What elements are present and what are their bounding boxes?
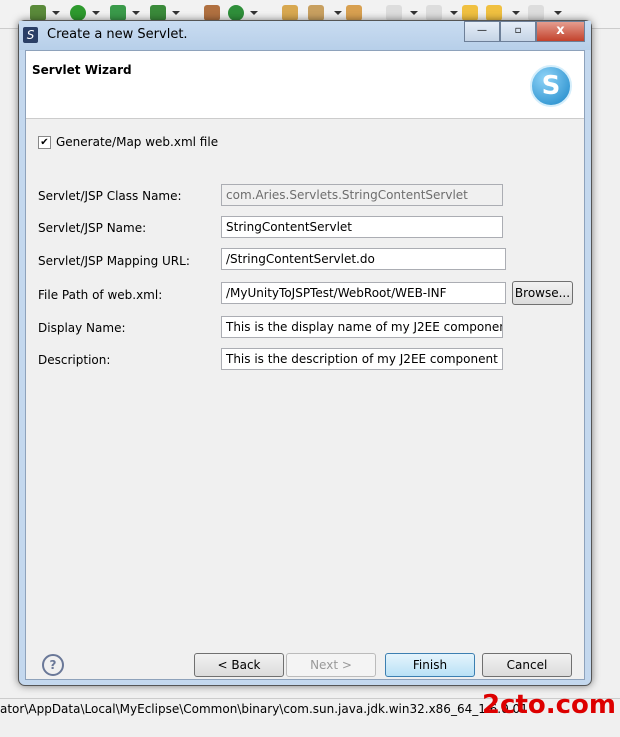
- next-annotation-icon[interactable]: [386, 5, 402, 21]
- title-bar[interactable]: S Create a new Servlet. — ▫ x: [19, 21, 591, 50]
- new-class-icon[interactable]: [228, 5, 244, 21]
- display-name-field[interactable]: This is the display name of my J2EE comp…: [221, 316, 503, 338]
- close-button[interactable]: x: [536, 21, 585, 42]
- app-icon: S: [23, 27, 38, 43]
- servlet-name-label: Servlet/JSP Name:: [38, 221, 147, 235]
- watermark-logo: 2cto.com: [481, 690, 616, 720]
- checkbox-label: Generate/Map web.xml file: [56, 135, 219, 149]
- chevron-down-icon[interactable]: [92, 11, 100, 15]
- last-edit-icon[interactable]: [462, 5, 478, 21]
- back-button[interactable]: < Back: [194, 653, 284, 677]
- new-package-icon[interactable]: [204, 5, 220, 21]
- servlet-name-field[interactable]: StringContentServlet: [221, 216, 503, 238]
- finish-button[interactable]: Finish: [385, 653, 475, 677]
- description-field[interactable]: This is the description of my J2EE compo…: [221, 348, 503, 370]
- chevron-down-icon[interactable]: [132, 11, 140, 15]
- servlet-dialog: S Create a new Servlet. — ▫ x Servlet Wi…: [18, 20, 592, 686]
- chevron-down-icon[interactable]: [250, 11, 258, 15]
- forward-arrow-icon[interactable]: [528, 5, 544, 21]
- class-name-field: com.Aries.Servlets.StringContentServlet: [221, 184, 503, 206]
- prev-annotation-icon[interactable]: [426, 5, 442, 21]
- chevron-down-icon[interactable]: [450, 11, 458, 15]
- cancel-button[interactable]: Cancel: [482, 653, 572, 677]
- chevron-down-icon[interactable]: [52, 11, 60, 15]
- chevron-down-icon[interactable]: [334, 11, 342, 15]
- edit-icon[interactable]: [308, 5, 324, 21]
- external-tools-icon[interactable]: [150, 5, 166, 21]
- debug-icon[interactable]: [30, 5, 46, 21]
- help-icon[interactable]: ?: [42, 654, 64, 676]
- maximize-button[interactable]: ▫: [500, 21, 536, 42]
- servlet-logo-icon: S: [530, 65, 572, 107]
- checkbox-icon[interactable]: ✔: [38, 135, 51, 149]
- mapping-url-field[interactable]: /StringContentServlet.do: [221, 248, 506, 270]
- webxml-path-field[interactable]: /MyUnityToJSPTest/WebRoot/WEB-INF: [221, 282, 506, 304]
- minimize-button[interactable]: —: [464, 21, 500, 42]
- webxml-path-label: File Path of web.xml:: [38, 288, 163, 302]
- chevron-down-icon[interactable]: [172, 11, 180, 15]
- run-icon[interactable]: [70, 5, 86, 21]
- browse-button[interactable]: Browse...: [512, 281, 573, 305]
- chevron-down-icon[interactable]: [410, 11, 418, 15]
- display-name-label: Display Name:: [38, 321, 126, 335]
- mapping-url-label: Servlet/JSP Mapping URL:: [38, 254, 190, 268]
- description-label: Description:: [38, 353, 111, 367]
- class-name-label: Servlet/JSP Class Name:: [38, 189, 182, 203]
- open-folder-icon[interactable]: [346, 5, 362, 21]
- back-arrow-icon[interactable]: [486, 5, 502, 21]
- window-title: Create a new Servlet.: [47, 27, 188, 42]
- open-type-icon[interactable]: [282, 5, 298, 21]
- generate-webxml-checkbox[interactable]: ✔ Generate/Map web.xml file: [38, 135, 218, 149]
- wizard-title: Servlet Wizard: [32, 63, 132, 77]
- chevron-down-icon[interactable]: [512, 11, 520, 15]
- wizard-header: Servlet Wizard S: [26, 51, 584, 119]
- chevron-down-icon[interactable]: [554, 11, 562, 15]
- next-button: Next >: [286, 653, 376, 677]
- run-config-icon[interactable]: [110, 5, 126, 21]
